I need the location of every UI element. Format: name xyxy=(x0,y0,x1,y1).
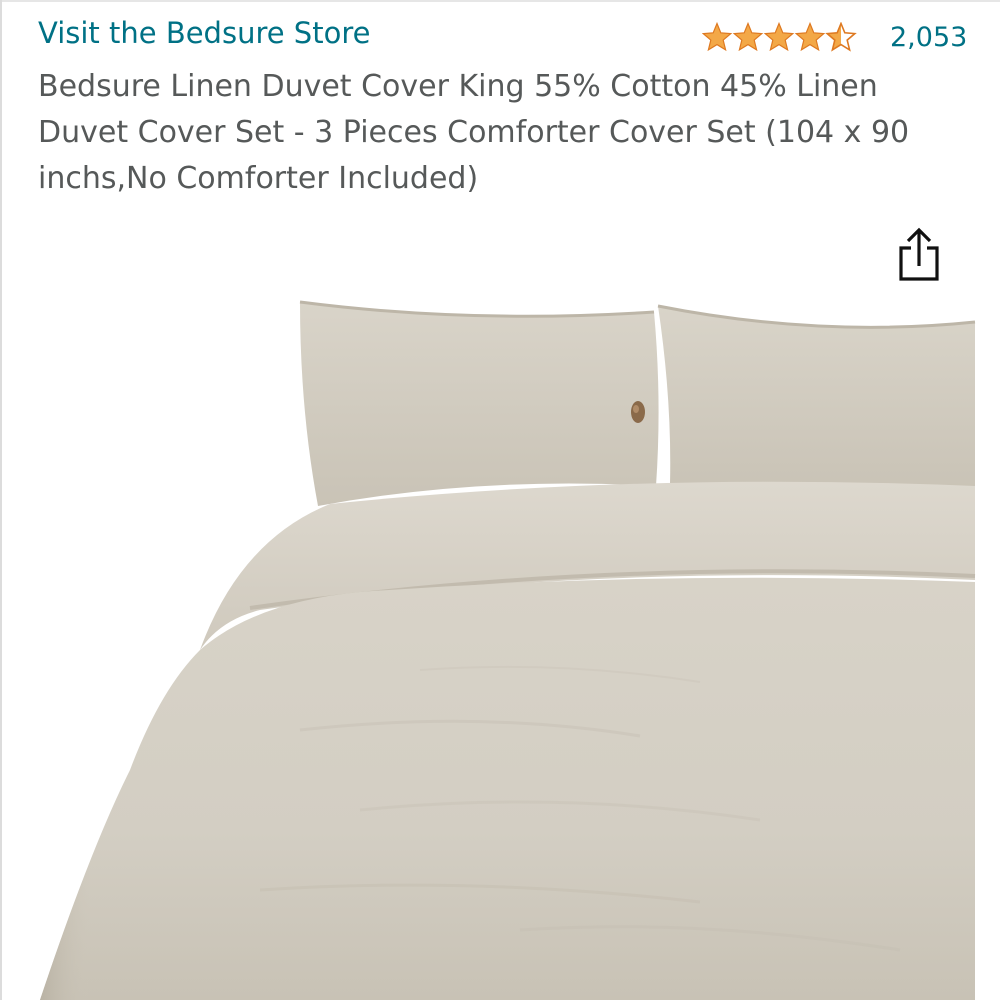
product-title: Bedsure Linen Duvet Cover King 55% Cotto… xyxy=(38,69,910,196)
stars-icon xyxy=(702,22,856,51)
star-5-half-icon xyxy=(826,22,856,51)
product-page: Visit the Bedsure Store 2,053 Bedsure Li… xyxy=(0,0,1000,1000)
top-divider xyxy=(0,0,1000,2)
star-2-icon xyxy=(733,22,763,51)
duvet-cover-photo xyxy=(40,300,976,1000)
star-1-icon xyxy=(702,22,732,51)
visit-store-link[interactable]: Visit the Bedsure Store xyxy=(38,16,370,50)
share-icon xyxy=(899,227,939,281)
star-rating[interactable] xyxy=(702,22,860,54)
star-4-icon xyxy=(795,22,825,51)
star-3-icon xyxy=(764,22,794,51)
rating-count[interactable]: 2,053 xyxy=(890,22,967,53)
share-button[interactable] xyxy=(893,226,945,284)
product-image[interactable] xyxy=(0,290,1000,1000)
